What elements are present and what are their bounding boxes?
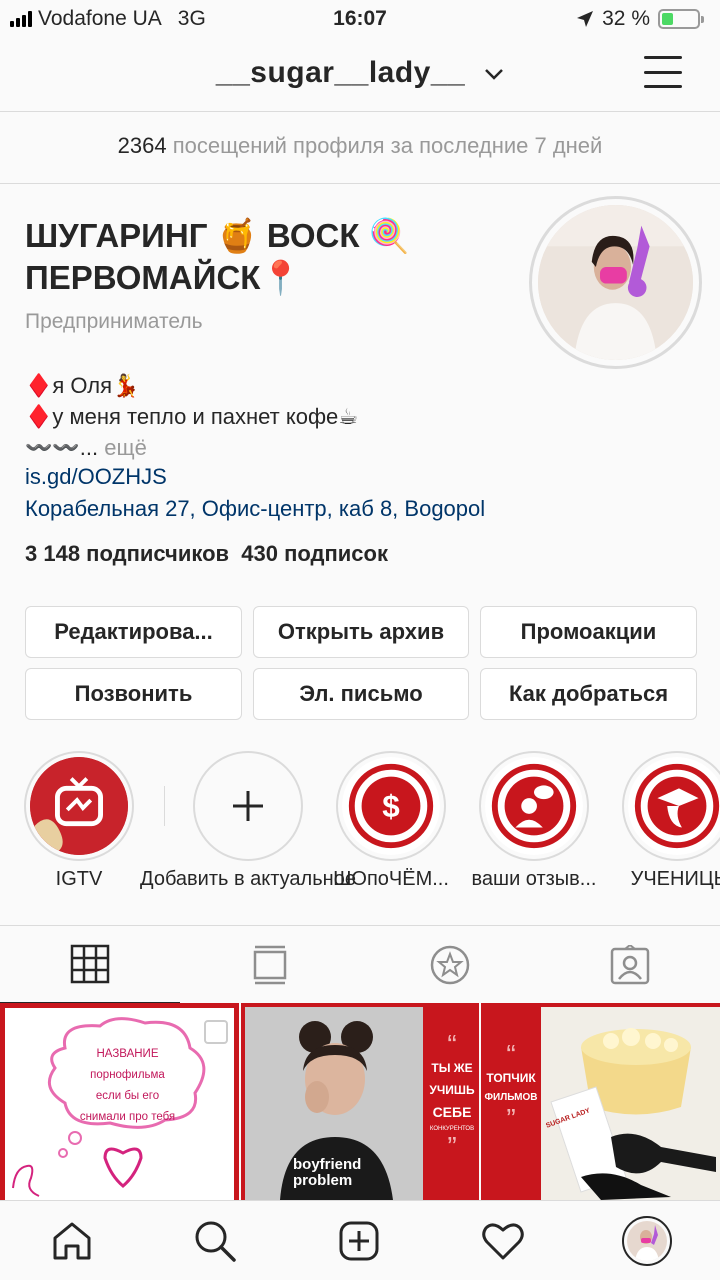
highlight-divider <box>164 786 165 826</box>
profile-name-line2: ПЕРВОМАЙСК📍 <box>25 259 302 296</box>
bio-line1: ♦️я Оля💃 <box>25 373 140 398</box>
chat-user-icon <box>485 757 583 855</box>
profile-header: __sugar__lady__ <box>0 38 720 112</box>
post-grid: НАЗВАНИЕ порнофильма если бы его снимали… <box>0 1003 720 1200</box>
visits-text: посещений профиля за последние 7 дней <box>172 133 603 158</box>
tab-feed[interactable] <box>180 926 360 1004</box>
svg-text:$: $ <box>382 789 399 824</box>
post1-caption: НАЗВАНИЕ порнофильма если бы его снимали… <box>79 1048 176 1123</box>
highlight-label: ШОпоЧЁМ... <box>333 868 449 890</box>
highlight-igtv[interactable]: IGTV <box>24 751 134 890</box>
plus-icon <box>199 757 297 855</box>
post-thumbnail[interactable]: boyfriend problem “ ТЫ ЖЕ УЧИШЬ СЕБЕ КОН… <box>241 1003 479 1200</box>
bio-more-link[interactable]: ещё <box>104 435 147 460</box>
highlight-reviews[interactable]: ваши отзыв... <box>472 751 596 890</box>
battery-percent: 32 % <box>602 7 650 30</box>
avatar-photo <box>538 205 693 360</box>
post2-photo: boyfriend problem <box>245 1007 423 1200</box>
feed-icon <box>253 945 287 985</box>
dollar-icon: $ <box>342 757 440 855</box>
highlight-label: УЧЕНИЦЫ <box>630 868 720 890</box>
add-highlight[interactable]: Добавить в актуальное <box>140 751 356 890</box>
post3-photo: SUGAR LADY <box>541 1007 720 1200</box>
network-label: 3G <box>177 7 206 30</box>
call-button[interactable]: Позвонить <box>25 668 242 720</box>
status-bar: Vodafone UA 3G 16:07 32 % <box>0 0 720 38</box>
tab-grid[interactable] <box>0 926 180 1004</box>
post2-caption: “ ТЫ ЖЕ УЧИШЬ СЕБЕ КОНКУРЕНТОВ ” <box>429 1029 475 1162</box>
tagged-user-icon <box>610 945 650 985</box>
following-count[interactable]: 430 подписок <box>241 541 388 566</box>
profile-counts: 3 148 подписчиков 430 подписок <box>25 541 388 567</box>
post-thumbnail[interactable]: НАЗВАНИЕ порнофильма если бы его снимали… <box>0 1003 239 1200</box>
post2-shirt-text: boyfriend problem <box>293 1156 362 1189</box>
graduate-icon <box>628 757 720 855</box>
carrier-label: Vodafone UA <box>38 7 162 30</box>
menu-icon[interactable] <box>644 56 682 88</box>
home-icon[interactable] <box>44 1213 100 1269</box>
profile-tabs <box>0 925 720 1004</box>
edit-profile-button[interactable]: Редактирова... <box>25 606 242 658</box>
email-button[interactable]: Эл. письмо <box>253 668 469 720</box>
followers-count[interactable]: 3 148 подписчиков <box>25 541 229 566</box>
highlight-prices[interactable]: $ ШОпоЧЁМ... <box>333 751 449 890</box>
profile-category: Предприниматель <box>25 310 203 333</box>
post3-caption: “ ТОПЧИК ФИЛЬМОВ ” <box>484 1039 538 1134</box>
heart-icon[interactable] <box>475 1213 531 1269</box>
tab-tagged[interactable] <box>540 926 720 1004</box>
star-icon <box>430 945 470 985</box>
directions-button[interactable]: Как добраться <box>480 668 697 720</box>
location-arrow-icon <box>577 11 594 27</box>
highlight-label: ваши отзыв... <box>471 868 597 890</box>
tab-saved[interactable] <box>360 926 540 1004</box>
profile-name-line1: ШУГАРИНГ 🍯 ВОСК 🍭 <box>25 217 410 254</box>
profile-avatar-tab[interactable] <box>619 1213 675 1269</box>
igtv-icon <box>30 757 128 855</box>
profile-bio: ♦️я Оля💃 ♦️у меня тепло и пахнет кофе☕ 〰… <box>25 370 358 463</box>
search-icon[interactable] <box>187 1213 243 1269</box>
new-post-icon[interactable] <box>331 1213 387 1269</box>
chevron-down-icon <box>484 63 504 86</box>
bio-line2: ♦️у меня тепло и пахнет кофе☕ <box>25 404 359 429</box>
account-switcher[interactable]: __sugar__lady__ <box>0 56 720 90</box>
bottom-navigation <box>0 1200 720 1280</box>
battery-icon <box>658 9 704 29</box>
profile-website-link[interactable]: is.gd/OOZHJS <box>25 464 167 490</box>
open-archive-button[interactable]: Открыть архив <box>253 606 469 658</box>
signal-icon <box>10 11 32 27</box>
visits-count: 2364 <box>117 133 167 158</box>
profile-address-link[interactable]: Корабельная 27, Офис-центр, каб 8, Bogop… <box>25 496 485 522</box>
username-label: __sugar__lady__ <box>215 56 466 89</box>
promotions-button[interactable]: Промоакции <box>480 606 697 658</box>
bio-line3: 〰️〰️... ещё <box>25 435 147 460</box>
grid-icon <box>70 944 110 984</box>
avatar <box>622 1216 672 1266</box>
highlight-students[interactable]: УЧЕНИЦЫ <box>622 751 720 890</box>
profile-avatar[interactable] <box>529 196 702 369</box>
profile-visits-banner[interactable]: 2364 посещений профиля за последние 7 дн… <box>0 112 720 184</box>
profile-name: ШУГАРИНГ 🍯 ВОСК 🍭 ПЕРВОМАЙСК📍 <box>25 215 495 299</box>
post-thumbnail[interactable]: “ ТОПЧИК ФИЛЬМОВ ” SUGAR LADY <box>481 1003 720 1200</box>
